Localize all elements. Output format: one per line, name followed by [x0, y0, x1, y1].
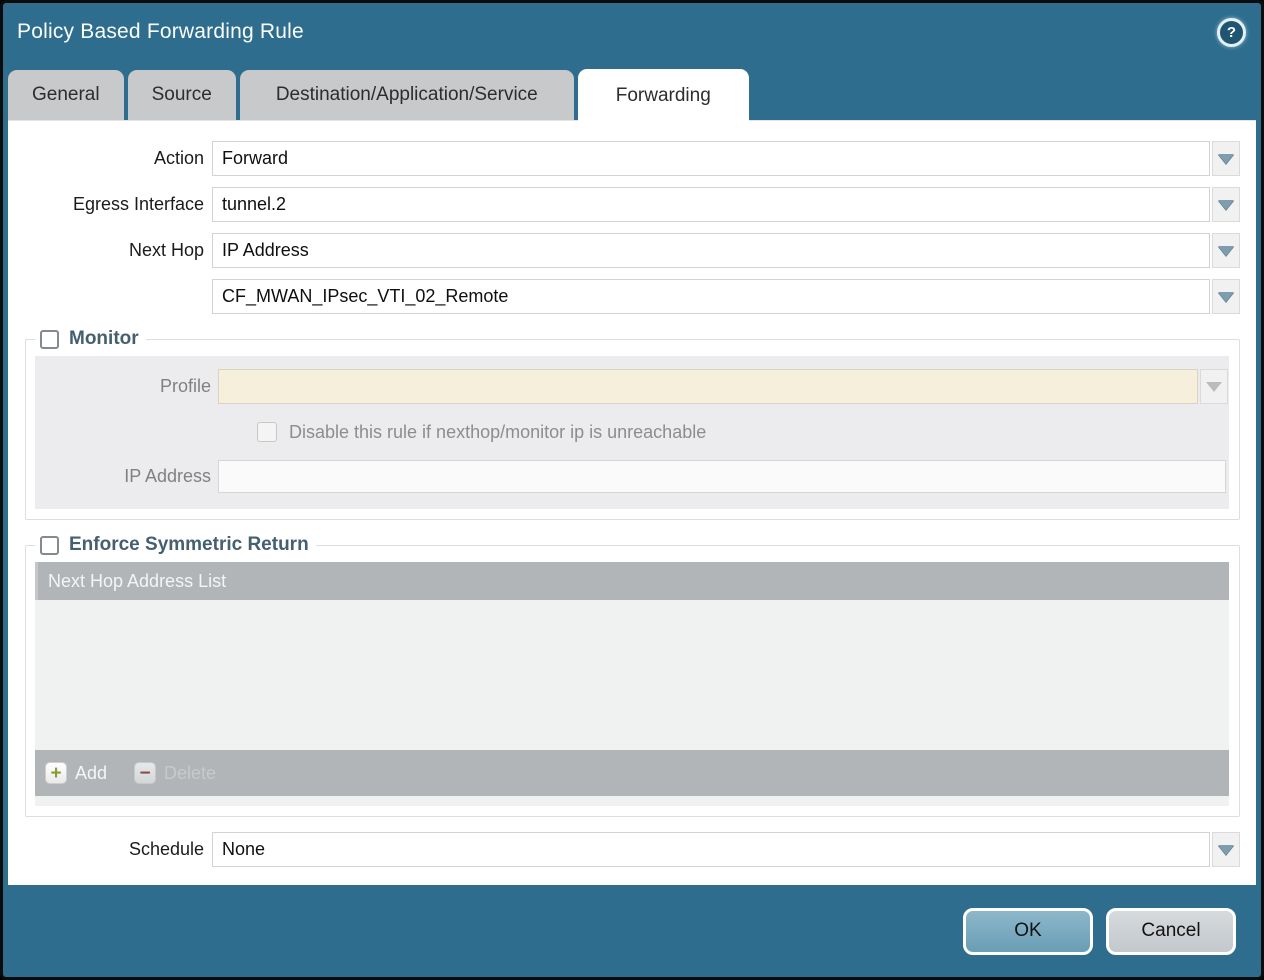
next-hop-type-input[interactable]	[212, 233, 1210, 268]
symmetric-return-legend-label: Enforce Symmetric Return	[69, 534, 309, 556]
profile-input	[218, 369, 1198, 404]
symmetric-return-legend: Enforce Symmetric Return	[35, 534, 316, 556]
egress-interface-input[interactable]	[212, 187, 1210, 222]
chevron-down-icon	[1206, 382, 1222, 392]
delete-button-label: Delete	[164, 763, 216, 784]
ok-button[interactable]: OK	[963, 908, 1093, 955]
monitor-ip-address-label: IP Address	[35, 466, 218, 487]
help-icon[interactable]: ?	[1217, 18, 1246, 47]
profile-label: Profile	[35, 376, 218, 397]
monitor-disabled-panel: Profile Disable this rule if nexthop/mon…	[35, 356, 1229, 509]
add-button-label: Add	[75, 763, 107, 784]
action-label: Action	[8, 148, 212, 169]
action-dropdown-button[interactable]	[1212, 141, 1240, 176]
next-hop-row: Next Hop	[8, 233, 1256, 268]
chevron-down-icon	[1218, 292, 1234, 302]
next-hop-label: Next Hop	[8, 240, 212, 261]
next-hop-address-row	[8, 279, 1256, 314]
monitor-legend: Monitor	[35, 328, 146, 350]
schedule-label: Schedule	[8, 839, 212, 860]
chevron-down-icon	[1218, 246, 1234, 256]
disable-rule-row: Disable this rule if nexthop/monitor ip …	[257, 417, 1229, 447]
chevron-down-icon	[1218, 200, 1234, 210]
next-hop-dropdown-button[interactable]	[1212, 233, 1240, 268]
table-bottom-strip	[35, 796, 1229, 806]
dialog-titlebar: Policy Based Forwarding Rule ?	[3, 3, 1261, 61]
tab-bar: General Source Destination/Application/S…	[3, 61, 1261, 120]
next-hop-address-list-body[interactable]	[35, 600, 1229, 750]
disable-rule-label: Disable this rule if nexthop/monitor ip …	[289, 422, 706, 443]
egress-interface-label: Egress Interface	[8, 194, 212, 215]
symmetric-return-checkbox[interactable]	[40, 536, 59, 555]
next-hop-address-dropdown-button[interactable]	[1212, 279, 1240, 314]
disable-rule-checkbox	[257, 422, 277, 442]
next-hop-list-toolbar: + Add − Delete	[35, 750, 1229, 796]
egress-interface-dropdown-button[interactable]	[1212, 187, 1240, 222]
dialog-title: Policy Based Forwarding Rule	[17, 20, 304, 44]
dialog-footer: OK Cancel	[3, 885, 1261, 977]
profile-row: Profile	[35, 369, 1229, 404]
next-hop-address-list-header: Next Hop Address List	[35, 562, 1229, 600]
chevron-down-icon	[1218, 154, 1234, 164]
delete-button: − Delete	[134, 762, 216, 784]
monitor-fieldset: Monitor Profile Disable this rule if nex…	[25, 328, 1240, 520]
next-hop-address-list-table: Next Hop Address List + Add − Delete	[35, 562, 1229, 806]
action-input[interactable]	[212, 141, 1210, 176]
plus-icon: +	[45, 762, 67, 784]
forwarding-tab-panel: Action Egress Interface Next Hop	[8, 120, 1256, 885]
egress-interface-row: Egress Interface	[8, 187, 1256, 222]
pbf-rule-dialog: Policy Based Forwarding Rule ? General S…	[0, 0, 1264, 980]
monitor-ip-address-input	[218, 460, 1226, 493]
tab-general[interactable]: General	[8, 70, 124, 120]
symmetric-return-fieldset: Enforce Symmetric Return Next Hop Addres…	[25, 534, 1240, 817]
next-hop-address-input[interactable]	[212, 279, 1210, 314]
schedule-input[interactable]	[212, 832, 1210, 867]
tab-source[interactable]: Source	[128, 70, 236, 120]
monitor-legend-label: Monitor	[69, 328, 139, 350]
profile-dropdown-button	[1200, 369, 1228, 404]
action-row: Action	[8, 141, 1256, 176]
chevron-down-icon	[1218, 845, 1234, 855]
add-button[interactable]: + Add	[45, 762, 107, 784]
monitor-ip-address-row: IP Address	[35, 459, 1229, 494]
monitor-checkbox[interactable]	[40, 330, 59, 349]
cancel-button[interactable]: Cancel	[1106, 908, 1236, 955]
schedule-row: Schedule	[8, 832, 1256, 867]
tab-forwarding[interactable]: Forwarding	[578, 69, 749, 123]
minus-icon: −	[134, 762, 156, 784]
tab-destination-application-service[interactable]: Destination/Application/Service	[240, 70, 574, 120]
schedule-dropdown-button[interactable]	[1212, 832, 1240, 867]
